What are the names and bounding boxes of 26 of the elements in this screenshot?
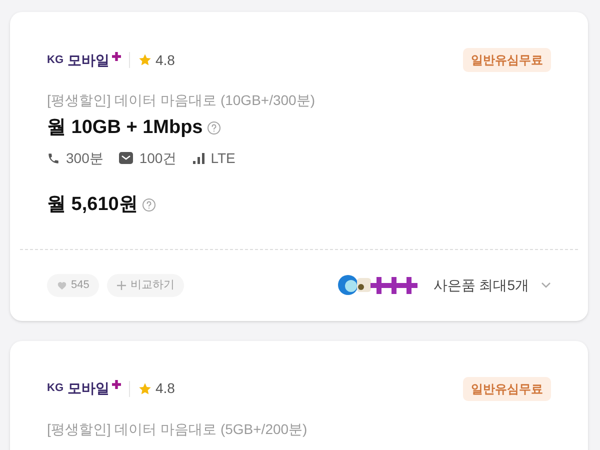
plan-name: [평생할인] 데이터 마음대로 (5GB+/200분) (47, 420, 308, 439)
help-icon[interactable] (142, 198, 156, 212)
price: 월 5,610원 (47, 192, 138, 216)
free-usim-badge: 일반유심무료 (463, 376, 551, 400)
heart-icon (57, 280, 67, 290)
rating-text: 4.8 (156, 379, 175, 398)
signal-icon (192, 152, 205, 164)
data-amount: 월 10GB + 1Mbps (47, 116, 203, 140)
brand-logo: KG 모바일 (47, 50, 120, 70)
gift-text: 사은품 최대5개 (433, 276, 529, 295)
spec-text: 100건 (139, 148, 177, 168)
star-icon (138, 53, 152, 67)
like-button[interactable]: 545 (47, 274, 100, 296)
compare-button[interactable]: 비교하기 (107, 274, 184, 296)
spec-text: LTE (210, 148, 236, 168)
phone-icon (47, 152, 60, 164)
rating-text: 4.8 (156, 50, 175, 70)
chevron-down-icon[interactable] (541, 282, 551, 288)
spec-text: 300분 (66, 148, 104, 168)
plus-icon (117, 280, 126, 290)
envelope-icon (119, 152, 134, 164)
plan-name: [평생할인] 데이터 마음대로 (10GB+/300분) (47, 91, 316, 110)
help-icon[interactable] (206, 121, 221, 136)
brand-logo: KG 모바일 (47, 378, 120, 399)
free-usim-badge: 일반유심무료 (463, 48, 551, 72)
star-icon (138, 382, 152, 396)
